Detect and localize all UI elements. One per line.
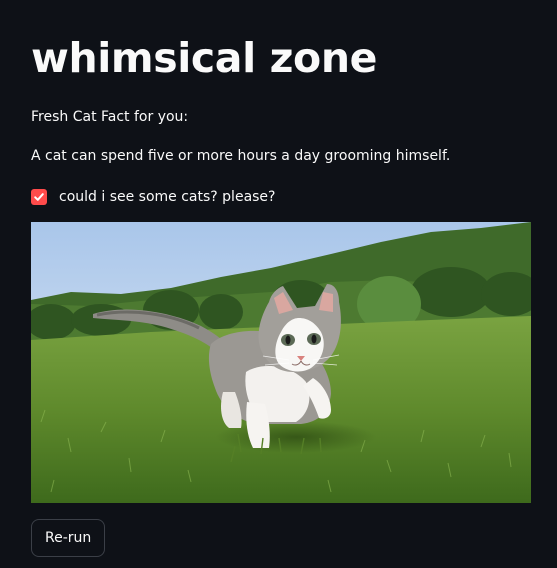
app-page: whimsical zone Fresh Cat Fact for you: A…	[0, 0, 557, 568]
show-cats-checkbox[interactable]: could i see some cats? please?	[31, 186, 526, 208]
checkbox-label: could i see some cats? please?	[59, 189, 276, 205]
checkbox-checked-icon[interactable]	[31, 189, 47, 205]
cat-fact-text: A cat can spend five or more hours a day…	[31, 148, 451, 164]
kitten-photo	[31, 222, 531, 503]
rerun-button[interactable]: Re-run	[31, 519, 106, 557]
cat-fact-intro: Fresh Cat Fact for you:	[31, 109, 189, 125]
page-title: whimsical zone	[31, 34, 378, 82]
cat-image	[31, 222, 531, 503]
